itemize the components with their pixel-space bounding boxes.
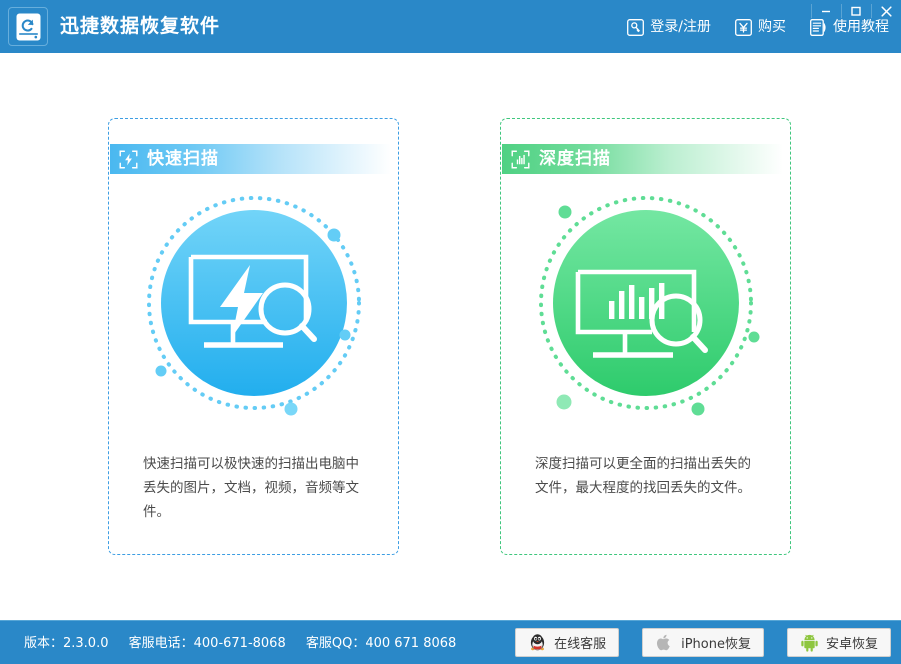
android-robot-icon [801,634,818,652]
minimize-icon [822,10,830,13]
close-button[interactable] [871,0,901,22]
title-bar: 迅捷数据恢复软件 登录/注册 购买 使用教程 [0,0,901,53]
android-recovery-label: 安卓恢复 [825,637,878,652]
card-quick-scan-title: 快速扫描 [147,149,219,169]
bracket-lightning-icon [119,150,138,168]
card-quick-scan-description: 快速扫描可以极快速的扫描出电脑中丢失的图片，文档，视频，音频等文件。 [143,456,359,520]
qq-penguin-icon [530,634,545,651]
app-title: 迅捷数据恢复软件 [60,15,221,37]
monitor-barchart-magnifier-icon [538,195,759,415]
apple-icon [657,634,670,651]
card-quick-scan[interactable]: 快速扫描 快速扫描可以极快速的扫描出电脑中丢失的图片，文档，视频，音频等文件。 [108,118,399,555]
menu-item-login-register[interactable]: 登录/注册 [627,17,711,37]
app-logo [8,7,48,46]
yen-purchase-icon [735,18,752,36]
window-controls [811,0,901,22]
menu-item-purchase[interactable]: 购买 [735,17,786,37]
status-bar: 版本：2.3.0.0 客服电话：400-671-8068 客服QQ：400 67… [0,620,901,664]
maximize-icon [851,6,861,16]
minimize-button[interactable] [811,0,841,22]
iphone-recovery-label: iPhone恢复 [681,637,751,652]
menu-item-login-register-label: 登录/注册 [650,19,711,35]
maximize-button[interactable] [841,0,871,22]
key-login-icon [627,18,645,36]
card-deep-scan[interactable]: 深度扫描 深度扫描可以更全面的扫描出丢失的文件，最大程度的找回丢失的文件。 [500,118,791,555]
card-quick-scan-header: 快速扫描 [110,144,391,174]
footer-info: 版本：2.3.0.0 客服电话：400-671-8068 客服QQ：400 67… [24,635,472,652]
footer-version: 版本：2.3.0.0 [24,636,109,651]
footer-phone: 客服电话：400-671-8068 [128,636,286,651]
menu-item-purchase-label: 购买 [758,19,786,35]
online-support-button[interactable]: 在线客服 [515,628,620,657]
hard-drive-restore-icon [16,13,40,40]
online-support-label: 在线客服 [554,637,607,652]
card-quick-scan-illustration [109,185,398,420]
footer-qq: 客服QQ：400 671 8068 [305,636,457,651]
card-deep-scan-illustration [501,185,790,420]
application-window: 迅捷数据恢复软件 登录/注册 购买 使用教程 快速扫描 快速扫描可以极快速的扫描… [0,0,901,664]
card-deep-scan-description: 深度扫描可以更全面的扫描出丢失的文件，最大程度的找回丢失的文件。 [535,456,751,496]
close-icon [880,5,892,17]
bracket-barchart-icon [511,150,530,168]
main-content: 快速扫描 快速扫描可以极快速的扫描出电脑中丢失的图片，文档，视频，音频等文件。 … [0,53,901,620]
card-deep-scan-header: 深度扫描 [502,144,783,174]
card-deep-scan-title: 深度扫描 [539,149,611,169]
footer-buttons: 在线客服 iPhone恢复 安卓恢复 [515,628,891,657]
monitor-lightning-magnifier-icon [146,195,361,415]
iphone-recovery-button[interactable]: iPhone恢复 [642,628,764,657]
android-recovery-button[interactable]: 安卓恢复 [786,628,891,657]
